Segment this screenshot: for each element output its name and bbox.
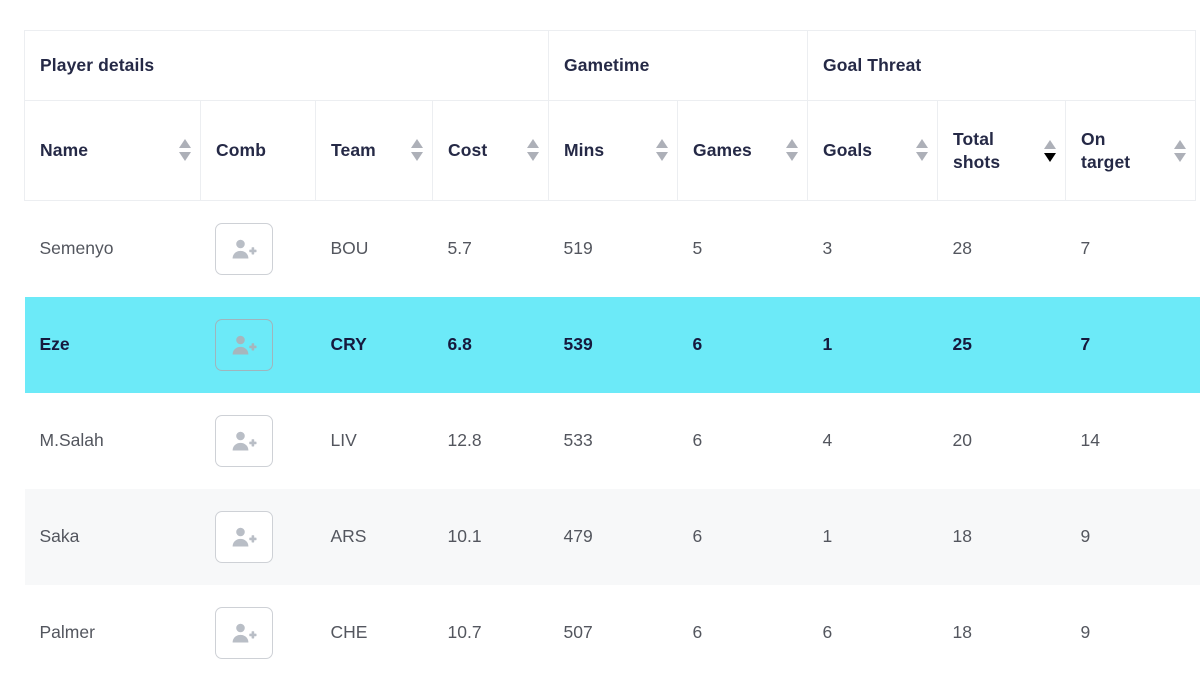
cell-comb xyxy=(201,393,316,489)
column-header-label: Comb xyxy=(216,140,266,161)
cell-games: 6 xyxy=(692,334,703,354)
group-header-label: Goal Threat xyxy=(823,55,922,75)
player-stats-table: Player details Gametime Goal Threat Name xyxy=(24,30,1197,681)
cell-mins: 507 xyxy=(563,622,593,642)
column-header-games[interactable]: Games xyxy=(676,100,808,201)
cell-ontarget: 14 xyxy=(1080,430,1100,450)
sort-toggle-team-icon[interactable] xyxy=(411,139,424,162)
cell-ontarget: 9 xyxy=(1080,526,1091,546)
cell-totalshots: 20 xyxy=(952,430,972,450)
cell-team: ARS xyxy=(330,526,367,546)
sort-toggle-name-icon[interactable] xyxy=(179,139,192,162)
cell-ontarget: 7 xyxy=(1080,334,1091,354)
cell-cost: 5.7 xyxy=(447,238,472,259)
column-header-label: Goals xyxy=(823,140,873,161)
cell-totalshots: 25 xyxy=(952,334,972,354)
stats-table-page: Player details Gametime Goal Threat Name xyxy=(0,0,1200,681)
add-person-icon xyxy=(231,237,257,261)
cell-mins: 519 xyxy=(563,238,593,259)
combine-player-button[interactable] xyxy=(214,318,273,371)
sort-toggle-goals-icon[interactable] xyxy=(916,139,929,162)
cell-games: 6 xyxy=(692,622,703,642)
column-header-comb: Comb xyxy=(200,100,316,201)
column-header-total-shots[interactable]: Total shots xyxy=(937,100,1066,201)
column-header-goals[interactable]: Goals xyxy=(807,100,938,201)
cell-mins: 533 xyxy=(563,430,593,450)
table-row[interactable]: Eze CRY 6.8 539 6 1 25 7 xyxy=(24,296,1196,393)
table-body: Semenyo BOU 5.7 519 5 3 28 7 Eze CRY 6.8 539 6 1 25 7 M.… xyxy=(24,201,1196,681)
column-header-label: Total shots xyxy=(953,129,1001,172)
column-header-label: Name xyxy=(40,140,89,161)
group-header-gametime: Gametime xyxy=(547,30,808,101)
cell-cost: 6.8 xyxy=(447,334,472,354)
cell-name: M.Salah xyxy=(39,430,104,450)
group-header-player-details: Player details xyxy=(24,30,549,101)
cell-name: Saka xyxy=(39,526,80,546)
sort-toggle-mins-icon[interactable] xyxy=(656,139,669,162)
table-row[interactable]: Semenyo BOU 5.7 519 5 3 28 7 xyxy=(25,201,1196,297)
sort-toggle-cost-icon[interactable] xyxy=(527,139,540,162)
column-header-label: Mins xyxy=(564,140,605,161)
cell-cost: 10.7 xyxy=(447,622,482,642)
cell-totalshots: 18 xyxy=(952,622,972,642)
cell-totalshots: 18 xyxy=(952,526,972,546)
group-header-goal-threat: Goal Threat xyxy=(807,30,1197,101)
cell-team: LIV xyxy=(330,430,357,450)
group-header-row: Player details Gametime Goal Threat xyxy=(24,30,1197,101)
add-person-icon xyxy=(231,621,257,645)
column-header-name[interactable]: Name xyxy=(24,100,201,201)
column-header-label: Team xyxy=(331,140,376,161)
cell-name: Semenyo xyxy=(39,238,114,259)
column-header-on-target[interactable]: On target xyxy=(1065,100,1197,201)
cell-mins: 479 xyxy=(563,526,593,546)
cell-goals: 4 xyxy=(822,430,833,450)
cell-comb xyxy=(201,297,316,393)
column-header-cost[interactable]: Cost xyxy=(432,100,549,201)
cell-totalshots: 28 xyxy=(952,238,972,259)
cell-cost: 12.8 xyxy=(447,430,482,450)
table-row[interactable]: Saka ARS 10.1 479 6 1 18 9 xyxy=(24,488,1196,585)
table-row[interactable]: M.Salah LIV 12.8 533 6 4 20 14 xyxy=(25,393,1196,489)
combine-player-button[interactable] xyxy=(214,414,273,467)
cell-mins: 539 xyxy=(563,334,593,354)
cell-games: 6 xyxy=(692,430,703,450)
sort-toggle-games-icon[interactable] xyxy=(786,139,799,162)
combine-player-button[interactable] xyxy=(214,510,273,563)
cell-goals: 3 xyxy=(822,238,833,259)
cell-team: CHE xyxy=(330,622,368,642)
add-person-icon xyxy=(231,525,257,549)
cell-team: BOU xyxy=(330,238,369,259)
stats-table-container: Player details Gametime Goal Threat Name xyxy=(24,30,1200,681)
add-person-icon xyxy=(231,333,257,357)
cell-team: CRY xyxy=(330,334,367,354)
column-header-label: Games xyxy=(693,140,752,161)
cell-comb xyxy=(201,489,316,585)
group-header-label: Gametime xyxy=(564,55,650,75)
column-header-label: On target xyxy=(1081,129,1131,172)
sort-toggle-total-shots-icon[interactable] xyxy=(1044,139,1057,162)
cell-comb xyxy=(201,201,316,297)
cell-name: Palmer xyxy=(39,622,95,642)
cell-games: 5 xyxy=(692,238,703,259)
cell-cost: 10.1 xyxy=(447,526,482,546)
sort-toggle-on-target-icon[interactable] xyxy=(1174,139,1187,162)
cell-goals: 1 xyxy=(822,334,833,354)
combine-player-button[interactable] xyxy=(214,222,273,275)
column-header-row: Name Comb Team Cost Mins Games Goals Tot… xyxy=(24,100,1197,201)
cell-ontarget: 9 xyxy=(1080,622,1091,642)
cell-goals: 1 xyxy=(822,526,833,546)
add-person-icon xyxy=(231,429,257,453)
cell-goals: 6 xyxy=(822,622,833,642)
combine-player-button[interactable] xyxy=(214,606,273,659)
table-head: Player details Gametime Goal Threat Name xyxy=(24,30,1197,201)
cell-name: Eze xyxy=(39,334,70,354)
table-row[interactable]: Palmer CHE 10.7 507 6 6 18 9 xyxy=(25,585,1196,681)
cell-comb xyxy=(201,585,316,681)
column-header-team[interactable]: Team xyxy=(315,100,433,201)
column-header-mins[interactable]: Mins xyxy=(548,100,678,201)
cell-games: 6 xyxy=(692,526,703,546)
column-header-label: Cost xyxy=(448,140,488,161)
group-header-label: Player details xyxy=(40,55,155,75)
cell-ontarget: 7 xyxy=(1080,238,1091,259)
